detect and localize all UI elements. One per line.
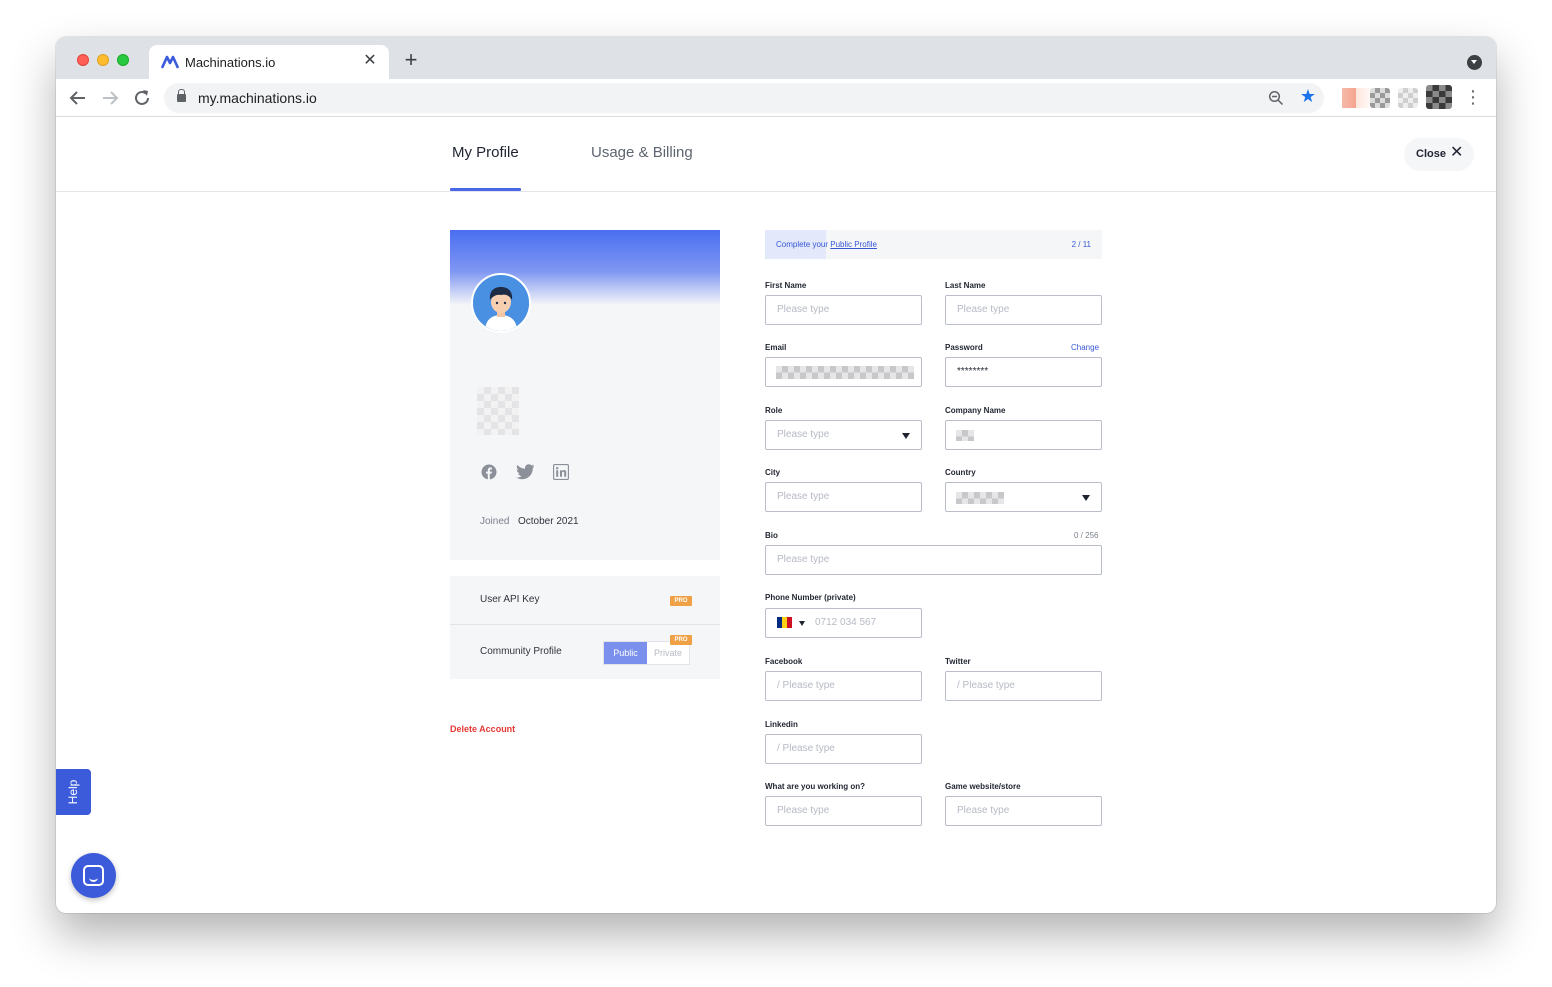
close-button-label: Close	[1416, 148, 1446, 160]
url-text: my.machinations.io	[198, 90, 317, 106]
working-on-label: What are you working on?	[765, 782, 866, 791]
close-button[interactable]: Close ✕	[1404, 138, 1474, 171]
country-redacted	[956, 492, 1004, 504]
twitter-input[interactable]: / Please type	[945, 671, 1102, 701]
bio-input[interactable]: Please type	[765, 545, 1102, 575]
browser-tab[interactable]: Machinations.io ✕	[149, 45, 389, 79]
profile-card: Joined October 2021	[450, 230, 720, 560]
app-header: My Profile Usage & Billing Close ✕	[56, 117, 1496, 192]
tab-usage-billing[interactable]: Usage & Billing	[591, 144, 693, 161]
city-input[interactable]: Please type	[765, 482, 922, 512]
company-redacted	[956, 430, 974, 441]
extension-icon[interactable]	[1370, 88, 1390, 108]
lock-icon	[177, 89, 186, 102]
company-name-label: Company Name	[945, 406, 1006, 415]
phone-label: Phone Number (private)	[765, 593, 856, 602]
api-key-row[interactable]: User API Key PRO	[450, 576, 720, 625]
romania-flag-icon[interactable]	[777, 617, 792, 628]
window-close-button[interactable]	[77, 54, 89, 66]
last-name-label: Last Name	[945, 281, 986, 290]
pro-badge: PRO	[670, 596, 692, 606]
email-field[interactable]	[765, 357, 922, 387]
last-name-input[interactable]: Please type	[945, 295, 1102, 325]
forward-arrow-icon[interactable]	[98, 86, 122, 110]
bio-char-counter: 0 / 256	[1074, 531, 1099, 540]
user-avatar-icon	[473, 275, 529, 331]
machinations-logo-icon	[161, 55, 179, 69]
active-tab-indicator	[450, 188, 521, 191]
tab-title: Machinations.io	[185, 55, 276, 70]
api-key-label: User API Key	[480, 594, 540, 605]
chevron-down-icon	[902, 433, 910, 439]
email-label: Email	[765, 343, 787, 352]
tab-strip: Machinations.io ✕ +	[56, 37, 1496, 79]
extension-icon[interactable]	[1398, 88, 1418, 108]
email-redacted	[776, 366, 914, 379]
twitter-label: Twitter	[945, 657, 971, 666]
role-placeholder: Please type	[777, 429, 830, 440]
profile-avatar-icon[interactable]	[1426, 85, 1452, 109]
window-minimize-button[interactable]	[97, 54, 109, 66]
company-name-input[interactable]	[945, 420, 1102, 450]
first-name-label: First Name	[765, 281, 807, 290]
profile-completion-bar: Complete your Public Profile 2 / 11	[765, 230, 1102, 259]
phone-placeholder: 0712 034 567	[815, 617, 877, 628]
game-website-label: Game website/store	[945, 782, 1021, 791]
pro-badge: PRO	[670, 635, 692, 645]
tab-search-icon[interactable]	[1467, 55, 1482, 70]
profile-completion-text: Complete your Public Profile	[776, 240, 877, 249]
linkedin-input[interactable]: / Please type	[765, 734, 922, 764]
bio-label: Bio	[765, 531, 778, 540]
game-website-input[interactable]: Please type	[945, 796, 1102, 826]
country-label: Country	[945, 468, 976, 477]
chat-icon	[83, 865, 104, 886]
account-settings-panel: User API Key PRO Community Profile Publi…	[450, 576, 720, 679]
browser-window: Machinations.io ✕ + my.machinations.io ★	[56, 37, 1496, 913]
bookmark-star-icon[interactable]: ★	[1300, 86, 1316, 107]
linkedin-icon[interactable]	[553, 464, 569, 480]
change-password-link[interactable]: Change	[1071, 343, 1099, 352]
phone-input[interactable]: 0712 034 567	[765, 608, 922, 638]
password-label: Password	[945, 343, 983, 352]
address-bar[interactable]: my.machinations.io ★	[164, 83, 1324, 113]
back-arrow-icon[interactable]	[66, 86, 90, 110]
browser-toolbar: my.machinations.io ★ ⋮	[56, 79, 1496, 117]
close-icon: ✕	[1450, 144, 1464, 161]
country-select[interactable]	[945, 482, 1102, 512]
linkedin-label: Linkedin	[765, 720, 798, 729]
first-name-input[interactable]: Please type	[765, 295, 922, 325]
profile-name-redacted	[477, 387, 519, 435]
role-select[interactable]: Please type	[765, 420, 922, 450]
joined-date: October 2021	[518, 516, 579, 527]
window-zoom-button[interactable]	[117, 54, 129, 66]
delete-account-link[interactable]: Delete Account	[450, 724, 515, 734]
public-profile-link[interactable]: Public Profile	[830, 240, 877, 249]
working-on-input[interactable]: Please type	[765, 796, 922, 826]
zoom-out-icon[interactable]	[1268, 90, 1284, 106]
private-option[interactable]: Private	[647, 642, 689, 664]
chevron-down-icon	[1082, 495, 1090, 501]
completion-prefix: Complete your	[776, 240, 829, 249]
help-button[interactable]: Help	[56, 769, 91, 815]
new-tab-button[interactable]: +	[400, 49, 422, 71]
community-profile-label: Community Profile	[480, 646, 562, 657]
chat-launcher-button[interactable]	[71, 853, 116, 898]
public-option[interactable]: Public	[604, 642, 647, 664]
tab-my-profile[interactable]: My Profile	[452, 144, 519, 161]
twitter-icon[interactable]	[516, 464, 535, 480]
facebook-label: Facebook	[765, 657, 803, 666]
tab-close-icon[interactable]: ✕	[361, 52, 379, 70]
facebook-input[interactable]: / Please type	[765, 671, 922, 701]
chevron-down-icon[interactable]	[799, 621, 805, 626]
help-label: Help	[66, 779, 80, 805]
profile-completion-count: 2 / 11	[1071, 240, 1091, 249]
browser-menu-icon[interactable]: ⋮	[1464, 87, 1482, 107]
avatar[interactable]	[471, 273, 531, 333]
joined-label: Joined	[480, 516, 510, 527]
password-field[interactable]: ********	[945, 357, 1102, 387]
city-label: City	[765, 468, 781, 477]
facebook-icon[interactable]	[481, 464, 497, 480]
role-label: Role	[765, 406, 783, 415]
reload-icon[interactable]	[130, 86, 154, 110]
